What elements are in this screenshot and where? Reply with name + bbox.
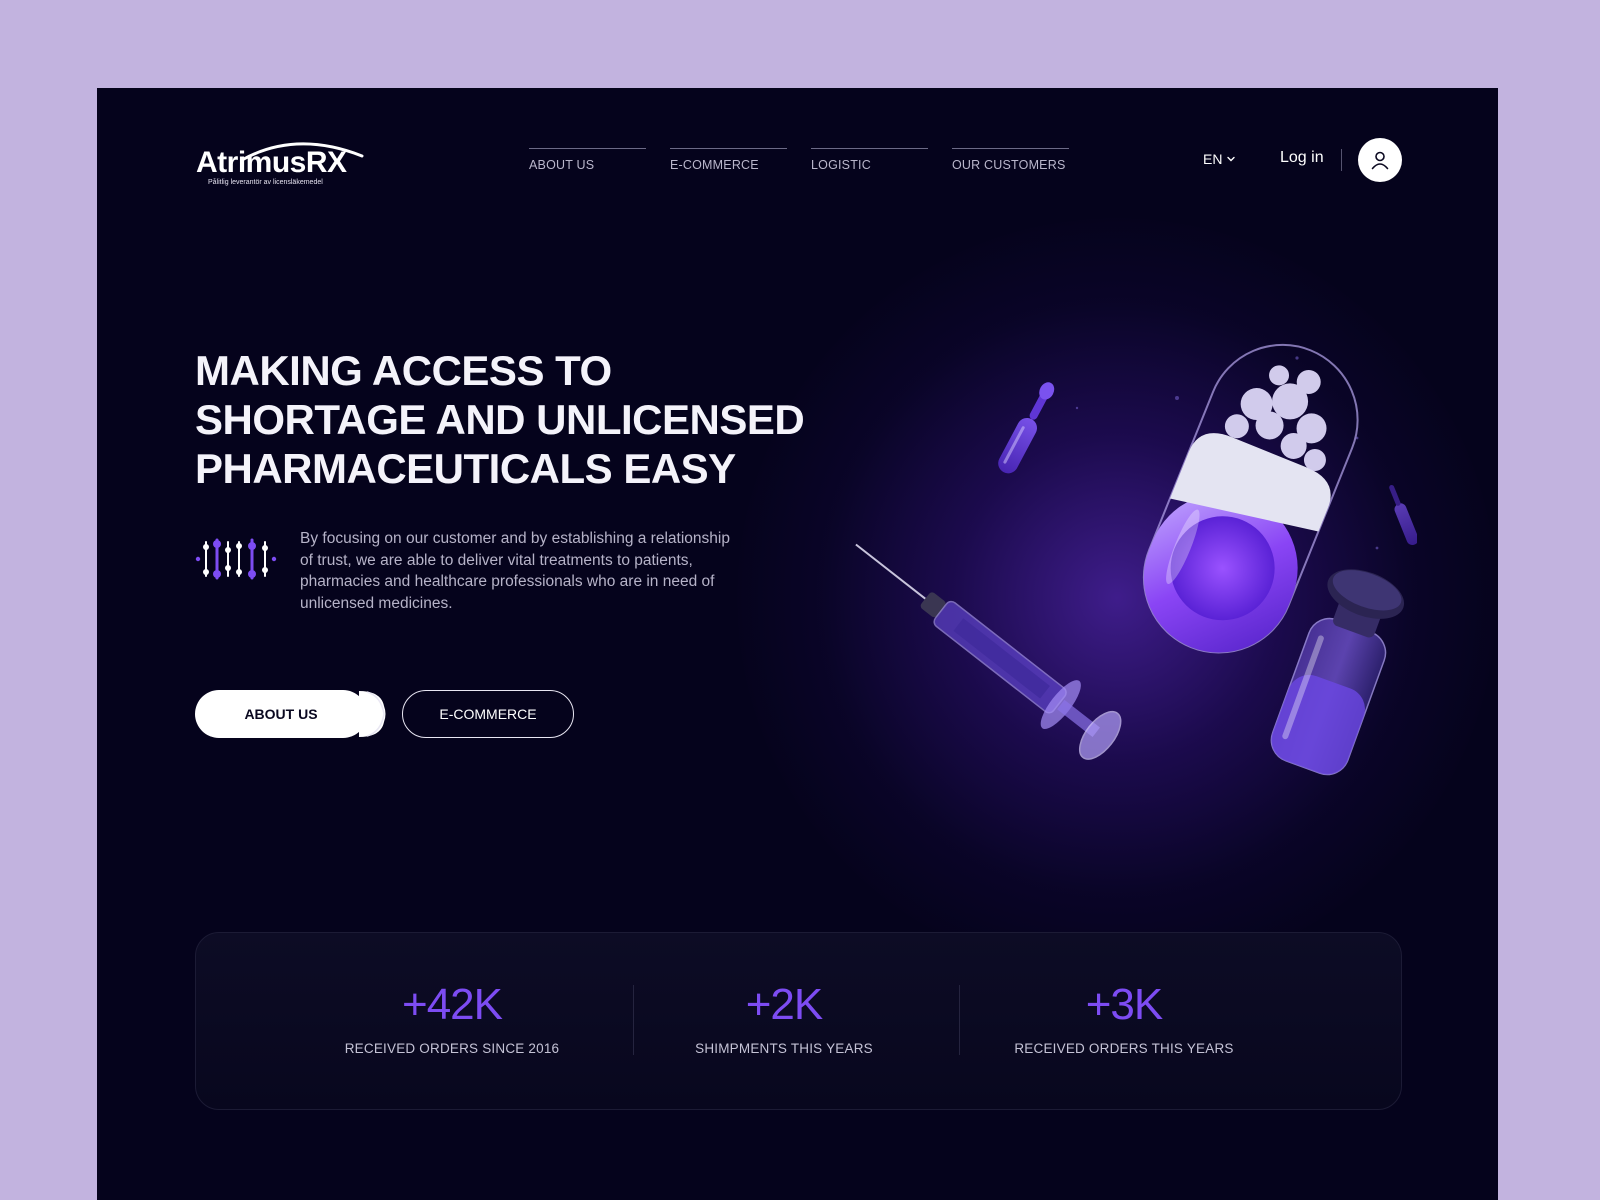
- stat-separator: [633, 985, 634, 1055]
- stat-item: +3K RECEIVED ORDERS THIS YEARS: [996, 980, 1252, 1057]
- nav-item-e-commerce[interactable]: E-COMMERCE: [670, 148, 787, 172]
- account-button[interactable]: [1358, 138, 1402, 182]
- nav-item-our-customers[interactable]: OUR CUSTOMERS: [952, 148, 1069, 172]
- stat-value: +3K: [1085, 980, 1164, 1029]
- brand-tagline: Pålitlig leverantör av licensläkemedel: [208, 179, 323, 186]
- hero-title-line-1: MAKING ACCESS TO: [195, 347, 612, 394]
- brand-logo[interactable]: AtrimusRX Pålitlig leverantör av licensl…: [196, 136, 366, 188]
- about-us-button[interactable]: ABOUT US: [195, 690, 367, 738]
- stat-separator: [959, 985, 960, 1055]
- ampoule-left: [998, 382, 1055, 474]
- brand-name: AtrimusRX: [196, 146, 347, 179]
- language-selector[interactable]: EN: [1203, 151, 1236, 167]
- stat-value: +2K: [745, 980, 824, 1029]
- stat-label: RECEIVED ORDERS THIS YEARS: [1014, 1041, 1234, 1056]
- nav-item-about-us[interactable]: ABOUT US: [529, 148, 646, 172]
- language-label: EN: [1203, 151, 1223, 167]
- nav-item-logistic[interactable]: LOGISTIC: [811, 148, 928, 172]
- hero-title-line-3: PHARMACEUTICALS EASY: [195, 445, 736, 492]
- login-link[interactable]: Log in: [1280, 149, 1324, 167]
- syringe: [855, 543, 1122, 760]
- pharma-3d-illustration: [855, 343, 1417, 776]
- hero-description: By focusing on our customer and by estab…: [300, 530, 730, 612]
- stat-label: SHIMPMENTS THIS YEARS: [695, 1041, 873, 1056]
- stat-item: +42K RECEIVED ORDERS SINCE 2016: [324, 980, 580, 1057]
- user-icon: [1371, 151, 1389, 170]
- e-commerce-button[interactable]: E-COMMERCE: [402, 690, 574, 738]
- ampoule-right: [1389, 485, 1417, 545]
- landing-page: AtrimusRX Pålitlig leverantör av licensl…: [97, 88, 1498, 1200]
- stats-panel: +42K RECEIVED ORDERS SINCE 2016 +2K SHIM…: [195, 932, 1402, 1110]
- main-nav: ABOUT US E-COMMERCE LOGISTIC OUR CUSTOME…: [529, 148, 1069, 172]
- hero-title-line-2: SHORTAGE AND UNLICENSED: [195, 396, 805, 443]
- stat-item: +2K SHIMPMENTS THIS YEARS: [666, 980, 902, 1057]
- stat-label: RECEIVED ORDERS SINCE 2016: [344, 1041, 560, 1056]
- chevron-down-icon: [1227, 156, 1236, 162]
- dna-icon: [195, 538, 277, 580]
- header-divider: [1341, 149, 1342, 171]
- stat-value: +42K: [402, 980, 503, 1029]
